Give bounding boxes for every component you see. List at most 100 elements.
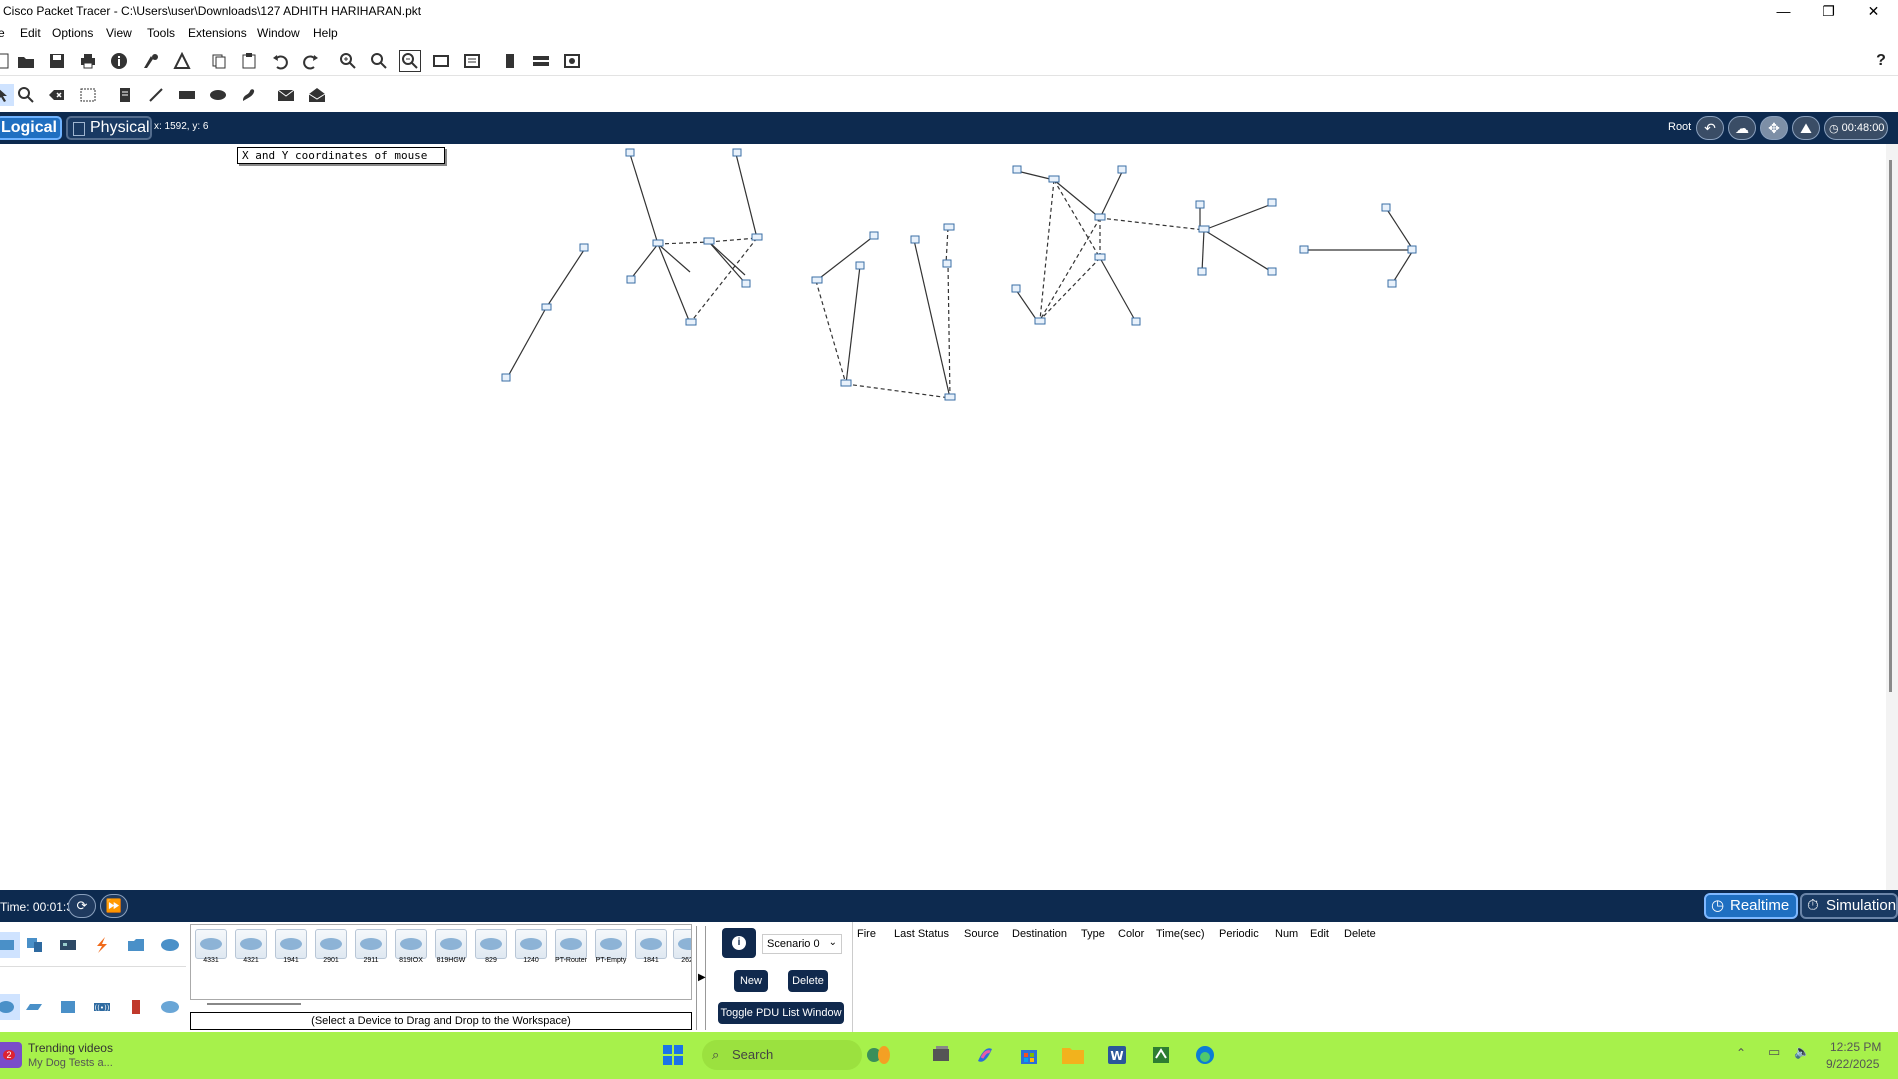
network-devices-category-icon[interactable]	[0, 932, 20, 958]
multiuser-category-icon[interactable]	[156, 932, 184, 958]
add-simple-pdu-icon[interactable]	[275, 84, 297, 106]
start-icon[interactable]	[660, 1042, 686, 1068]
network-info-icon[interactable]	[171, 50, 193, 72]
clock-button[interactable]: ◷ 00:48:00	[1824, 116, 1888, 140]
toggle-pdu-list-button[interactable]: Toggle PDU List Window	[718, 1002, 844, 1024]
scenario-select[interactable]: Scenario 0 ⌄	[762, 934, 842, 954]
file-explorer-icon[interactable]	[1060, 1042, 1086, 1068]
taskbar-time[interactable]: 12:25 PM	[1830, 1040, 1881, 1054]
info-icon[interactable]	[108, 50, 130, 72]
activity-wizard-icon[interactable]	[140, 50, 162, 72]
miscellaneous-category-icon[interactable]	[122, 932, 150, 958]
logical-workspace[interactable]	[0, 144, 1886, 890]
switches-subcategory-icon[interactable]	[20, 994, 48, 1020]
device-829[interactable]: 829	[473, 927, 509, 967]
device-1941[interactable]: 1941	[273, 927, 309, 967]
weather-icon[interactable]	[866, 1042, 892, 1068]
line-icon[interactable]	[145, 84, 167, 106]
device-819iox[interactable]: 819IOX	[393, 927, 429, 967]
taskbar-search[interactable]: ⌕ Search	[702, 1040, 862, 1070]
device-2620[interactable]: 2620	[671, 927, 691, 967]
menu-view[interactable]: View	[106, 26, 132, 40]
zoom-in-icon[interactable]	[337, 50, 359, 72]
ellipse-icon[interactable]	[207, 84, 229, 106]
paste-icon[interactable]	[238, 50, 260, 72]
menu-file[interactable]: e	[0, 26, 5, 40]
save-icon[interactable]	[46, 50, 68, 72]
tray-chevron-icon[interactable]: ⌃	[1736, 1046, 1746, 1060]
drawing-palette-icon[interactable]	[430, 50, 452, 72]
packet-tracer-icon[interactable]	[1148, 1042, 1174, 1068]
move-icon[interactable]: ✥	[1760, 116, 1788, 140]
realtime-button[interactable]: ◷ Realtime	[1704, 893, 1798, 919]
simulation-button[interactable]: ⏱ Simulation	[1800, 893, 1898, 919]
viewport-icon[interactable]	[499, 50, 521, 72]
power-cycle-icon[interactable]: ⟳	[68, 894, 96, 918]
vertical-scrollbar[interactable]	[1886, 144, 1898, 890]
copilot-icon[interactable]	[972, 1042, 998, 1068]
edge-icon[interactable]	[1192, 1042, 1218, 1068]
menu-tools[interactable]: Tools	[147, 26, 175, 40]
word-icon[interactable]: W	[1104, 1042, 1130, 1068]
device-pt-empty[interactable]: PT-Empty	[593, 927, 629, 967]
device-2911[interactable]: 2911	[353, 927, 389, 967]
back-icon[interactable]: ↶	[1696, 116, 1724, 140]
device-1841[interactable]: 1841	[633, 927, 669, 967]
task-view-icon[interactable]	[928, 1042, 954, 1068]
rectangle-icon[interactable]	[176, 84, 198, 106]
resize-icon[interactable]	[77, 84, 99, 106]
hubs-subcategory-icon[interactable]	[54, 994, 82, 1020]
components-category-icon[interactable]	[54, 932, 82, 958]
zoom-reset-icon[interactable]	[368, 50, 390, 72]
redo-icon[interactable]	[300, 50, 322, 72]
menu-extensions[interactable]: Extensions	[188, 26, 247, 40]
screenshot-icon[interactable]	[561, 50, 583, 72]
taskbar-date[interactable]: 9/22/2025	[1826, 1057, 1879, 1071]
panel-splitter[interactable]: ▶	[696, 926, 706, 1030]
routers-subcategory-icon[interactable]	[0, 994, 20, 1020]
new-scenario-button[interactable]: New	[734, 970, 768, 992]
connections-category-icon[interactable]	[88, 932, 116, 958]
store-icon[interactable]	[1016, 1042, 1042, 1068]
copy-icon[interactable]	[208, 50, 230, 72]
device-pt-router[interactable]: PT-Router	[553, 927, 589, 967]
device-819hgw[interactable]: 819HGW	[433, 927, 469, 967]
delete-scenario-button[interactable]: Delete	[788, 970, 828, 992]
tab-physical[interactable]: Physical	[66, 116, 152, 140]
close-button[interactable]: ✕	[1851, 0, 1896, 22]
device-2901[interactable]: 2901	[313, 927, 349, 967]
security-subcategory-icon[interactable]	[122, 994, 150, 1020]
minimize-button[interactable]: —	[1761, 0, 1806, 22]
open-icon[interactable]	[15, 50, 37, 72]
widgets-icon[interactable]: 2	[0, 1042, 22, 1068]
menu-options[interactable]: Options	[52, 26, 93, 40]
note-icon[interactable]	[114, 84, 136, 106]
menu-help[interactable]: Help	[313, 26, 338, 40]
delete-icon[interactable]	[46, 84, 68, 106]
device-list-scrollbar[interactable]	[207, 1003, 301, 1005]
wireless-subcategory-icon[interactable]: ((•))	[88, 994, 116, 1020]
undo-icon[interactable]	[269, 50, 291, 72]
network-status-icon[interactable]: ▭	[1768, 1044, 1780, 1060]
device-4331[interactable]: 4331	[193, 927, 229, 967]
add-complex-pdu-icon[interactable]	[306, 84, 328, 106]
print-icon[interactable]	[77, 50, 99, 72]
background-image-icon[interactable]: ⛰	[1792, 116, 1820, 140]
menu-edit[interactable]: Edit	[20, 26, 41, 40]
tab-logical[interactable]: Logical	[0, 116, 62, 140]
device-4321[interactable]: 4321	[233, 927, 269, 967]
news-subtitle[interactable]: My Dog Tests a...	[28, 1057, 113, 1069]
wan-emulation-subcategory-icon[interactable]	[156, 994, 184, 1020]
maximize-button[interactable]: ❐	[1806, 0, 1851, 22]
menu-window[interactable]: Window	[257, 26, 300, 40]
volume-icon[interactable]: 🔈	[1794, 1044, 1810, 1060]
cluster-icon[interactable]	[530, 50, 552, 72]
custom-devices-icon[interactable]	[461, 50, 483, 72]
zoom-out-icon[interactable]	[399, 50, 421, 72]
help-icon[interactable]: ?	[1870, 50, 1892, 72]
freeform-icon[interactable]	[238, 84, 260, 106]
cloud-icon[interactable]: ☁	[1728, 116, 1756, 140]
scenario-info-button[interactable]: i	[722, 928, 756, 958]
new-file-icon[interactable]	[0, 50, 14, 72]
select-icon[interactable]	[0, 84, 14, 106]
